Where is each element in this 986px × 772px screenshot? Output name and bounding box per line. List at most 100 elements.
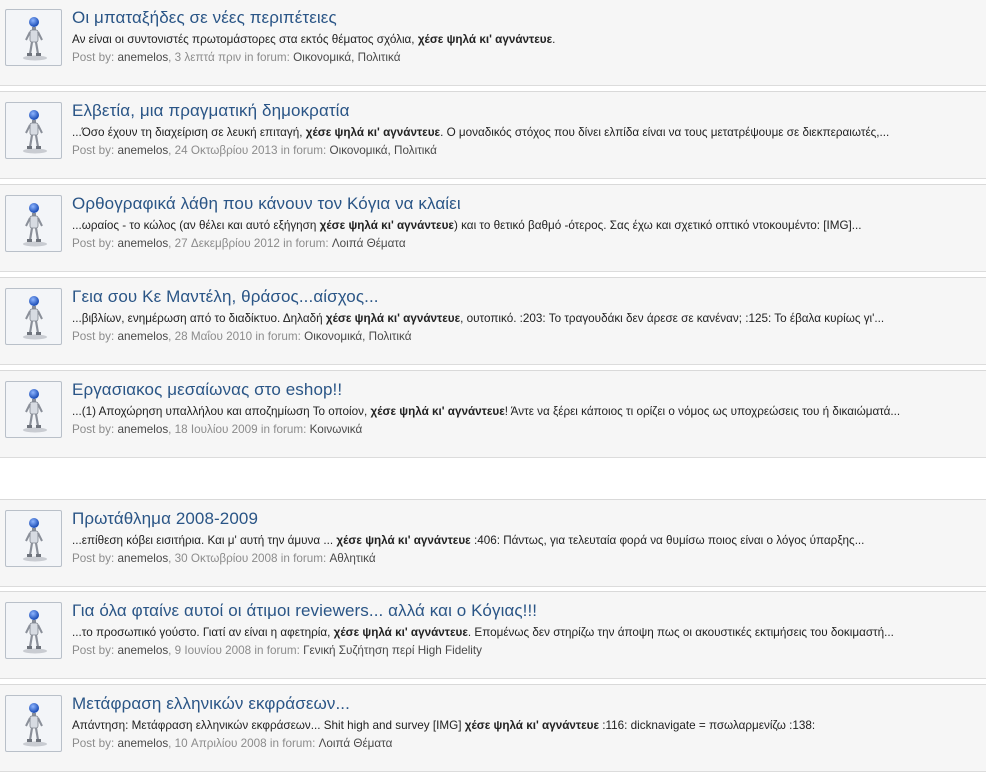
user-avatar[interactable] [5, 510, 62, 567]
username-link[interactable]: anemelos [117, 51, 168, 64]
search-result-item: Οι μπαταξήδες σε νέες περιπέτειες Αν είν… [0, 0, 986, 86]
post-snippet: ...ωραίος - το κώλος (αν θέλει και αυτό … [72, 219, 982, 232]
snippet-text-after: :406: Πάντως, για τελευταία φορά να θυμί… [470, 534, 865, 547]
post-snippet: ...το προσωπικό γούστο. Γιατί αν είναι η… [72, 626, 982, 639]
post-date: 9 Ιουνίου 2008 [174, 644, 252, 657]
post-snippet: Αν είναι οι συντονιστές πρωτομάστορες στ… [72, 33, 982, 46]
snippet-text-before: ...ωραίος - το κώλος (αν θέλει και αυτό … [72, 219, 320, 232]
thread-title-link[interactable]: Γεια σου Κε Μαντέλη, θράσος...αίσχος... [72, 287, 379, 307]
forum-link[interactable]: Κοινωνικά [310, 423, 363, 436]
post-meta: Post by: anemelos, 28 Μαΐου 2010 in foru… [72, 330, 412, 343]
forum-link[interactable]: Αθλητικά [330, 552, 376, 565]
snippet-text-after: . Επομένως δεν στηρίζω την άποψη πως οι … [467, 626, 894, 639]
username-link[interactable]: anemelos [117, 552, 168, 565]
search-result-item: Πρωτάθλημα 2008-2009 ...επίθεση κόβει ει… [0, 499, 986, 587]
in-forum-label: in forum: [283, 237, 329, 250]
forum-link[interactable]: Γενική Συζήτηση περί High Fidelity [303, 644, 482, 657]
username-link[interactable]: anemelos [117, 423, 168, 436]
thread-title-link[interactable]: Εργασιακος μεσαίωνας στο eshop!! [72, 380, 342, 400]
thread-title-link[interactable]: Για όλα φταίνε αυτοί οι άτιμοι reviewers… [72, 601, 537, 621]
post-by-label: Post by: [72, 237, 115, 250]
snippet-text-before: ...βιβλίων, ενημέρωση από το διαδίκτυο. … [72, 312, 326, 325]
snippet-highlight: χέσε ψηλά κι' αγνάντευε [319, 219, 454, 232]
robot-figure-icon [23, 110, 47, 154]
post-date: 3 λεπτά πριν [174, 51, 242, 64]
post-snippet: Απάντηση: Μετάφραση ελληνικών εκφράσεων.… [72, 719, 982, 732]
user-avatar[interactable] [5, 102, 62, 159]
post-meta: Post by: anemelos, 24 Οκτωβρίου 2013 in … [72, 144, 437, 157]
in-forum-label: in forum: [260, 423, 307, 436]
snippet-text-after: ! Άντε να ξέρει κάποιος τι ορίζει ο νόμο… [504, 405, 901, 418]
thread-title-link[interactable]: Ορθογραφικά λάθη που κάνουν τον Κόγια να… [72, 194, 461, 214]
snippet-text-before: ...(1) Αποχώρηση υπαλλήλου και αποζημίωσ… [72, 405, 371, 418]
username-link[interactable]: anemelos [117, 644, 168, 657]
post-by-label: Post by: [72, 51, 115, 64]
post-by-label: Post by: [72, 330, 115, 343]
username-link[interactable]: anemelos [117, 330, 168, 343]
thread-title-link[interactable]: Πρωτάθλημα 2008-2009 [72, 509, 258, 529]
post-snippet: ...(1) Αποχώρηση υπαλλήλου και αποζημίωσ… [72, 405, 982, 418]
robot-figure-icon [23, 610, 47, 654]
post-date: 28 Μαΐου 2010 [174, 330, 253, 343]
post-meta: Post by: anemelos, 3 λεπτά πριν in forum… [72, 51, 401, 64]
post-date: 30 Οκτωβρίου 2008 [174, 552, 278, 565]
forum-link[interactable]: Οικονομικά, Πολιτικά [330, 144, 437, 157]
post-date: 18 Ιουλίου 2009 [174, 423, 258, 436]
username-link[interactable]: anemelos [117, 144, 168, 157]
thread-title-link[interactable]: Μετάφραση ελληνικών εκφράσεων... [72, 694, 350, 714]
snippet-highlight: χέσε ψηλά κι' αγνάντευε [464, 719, 600, 732]
robot-figure-icon [23, 296, 47, 340]
post-by-label: Post by: [72, 552, 115, 565]
search-result-item: Ορθογραφικά λάθη που κάνουν τον Κόγια να… [0, 184, 986, 272]
snippet-highlight: χέσε ψηλά κι' αγνάντευε [325, 312, 461, 325]
snippet-text-after: . Ο μοναδικός στόχος που δίνει ελπίδα εί… [440, 126, 890, 139]
post-by-label: Post by: [72, 737, 115, 750]
post-meta: Post by: anemelos, 27 Δεκεμβρίου 2012 in… [72, 237, 406, 250]
post-meta: Post by: anemelos, 30 Οκτωβρίου 2008 in … [72, 552, 376, 565]
forum-link[interactable]: Οικονομικά, Πολιτικά [304, 330, 411, 343]
robot-figure-icon [23, 703, 47, 747]
user-avatar[interactable] [5, 602, 62, 659]
username-link[interactable]: anemelos [117, 237, 168, 250]
snippet-text-after: ) και το θετικό βαθμό -ότερος. Σας έχω κ… [453, 219, 862, 232]
post-date: 10 Απριλίου 2008 [174, 737, 267, 750]
snippet-text-after: . [552, 33, 556, 46]
robot-figure-icon [23, 203, 47, 247]
user-avatar[interactable] [5, 381, 62, 438]
post-meta: Post by: anemelos, 10 Απριλίου 2008 in f… [72, 737, 393, 750]
search-result-item: Ελβετία, μια πραγματική δημοκρατία ...Όσ… [0, 91, 986, 179]
search-result-item: Εργασιακος μεσαίωνας στο eshop!! ...(1) … [0, 370, 986, 458]
forum-link[interactable]: Οικονομικά, Πολιτικά [293, 51, 400, 64]
user-avatar[interactable] [5, 195, 62, 252]
post-date: 24 Οκτωβρίου 2013 [174, 144, 278, 157]
in-forum-label: in forum: [280, 144, 327, 157]
snippet-text-before: ...το προσωπικό γούστο. Γιατί αν είναι η… [72, 626, 334, 639]
robot-figure-icon [23, 17, 47, 61]
username-link[interactable]: anemelos [117, 737, 168, 750]
forum-link[interactable]: Λοιπά Θέματα [319, 737, 393, 750]
post-snippet: ...επίθεση κόβει εισιτήρια. Και μ' αυτή … [72, 534, 982, 547]
user-avatar[interactable] [5, 9, 62, 66]
forum-link[interactable]: Λοιπά Θέματα [332, 237, 406, 250]
snippet-text-before: Αν είναι οι συντονιστές πρωτομάστορες στ… [72, 33, 418, 46]
user-avatar[interactable] [5, 288, 62, 345]
thread-title-link[interactable]: Ελβετία, μια πραγματική δημοκρατία [72, 101, 350, 121]
robot-figure-icon [23, 518, 47, 562]
post-meta: Post by: anemelos, 18 Ιουλίου 2009 in fo… [72, 423, 363, 436]
post-meta: Post by: anemelos, 9 Ιουνίου 2008 in for… [72, 644, 482, 657]
in-forum-label: in forum: [280, 552, 327, 565]
search-result-item: Για όλα φταίνε αυτοί οι άτιμοι reviewers… [0, 591, 986, 679]
snippet-text-before: Απάντηση: Μετάφραση ελληνικών εκφράσεων.… [72, 719, 465, 732]
user-avatar[interactable] [5, 695, 62, 752]
post-by-label: Post by: [72, 644, 115, 657]
snippet-highlight: χέσε ψηλά κι' αγνάντευε [305, 126, 441, 139]
post-snippet: ...βιβλίων, ενημέρωση από το διαδίκτυο. … [72, 312, 982, 325]
search-result-item: Μετάφραση ελληνικών εκφράσεων... Απάντησ… [0, 684, 986, 772]
snippet-highlight: χέσε ψηλά κι' αγνάντευε [333, 626, 468, 639]
thread-title-link[interactable]: Οι μπαταξήδες σε νέες περιπέτειες [72, 8, 337, 28]
in-forum-label: in forum: [254, 644, 300, 657]
post-snippet: ...Όσο έχουν τη διαχείριση σε λευκή επιτ… [72, 126, 982, 139]
in-forum-label: in forum: [244, 51, 290, 64]
snippet-text-before: ...Όσο έχουν τη διαχείριση σε λευκή επιτ… [72, 126, 306, 139]
robot-figure-icon [23, 389, 47, 433]
